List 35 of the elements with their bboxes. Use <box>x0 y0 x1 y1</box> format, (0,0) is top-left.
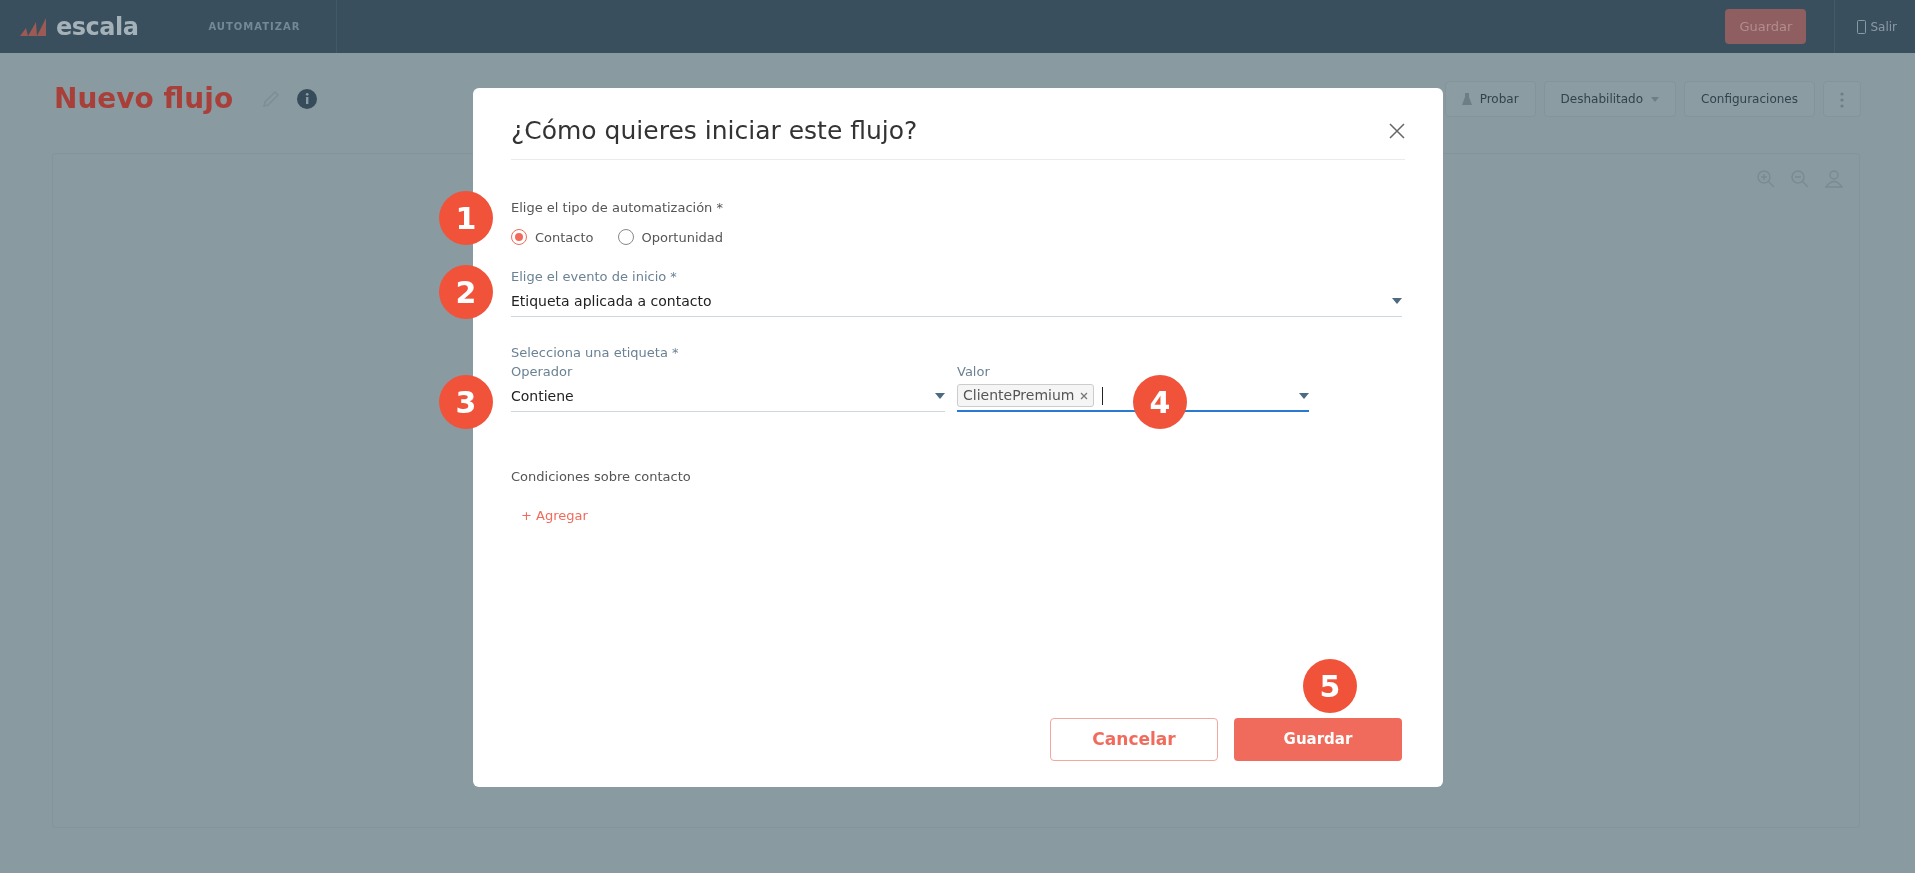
section-label: AUTOMATIZAR <box>208 20 301 34</box>
field-label: Elige el evento de inicio * <box>511 268 678 286</box>
field-label: Valor <box>957 363 991 381</box>
toolbar-button[interactable]: Deshabilitado <box>1543 81 1677 117</box>
logout-link[interactable]: Salir <box>1857 17 1897 36</box>
step-number-badge: 2 <box>439 265 493 319</box>
caret-icon <box>1392 298 1402 304</box>
close-icon <box>1389 123 1405 139</box>
caret-icon <box>935 393 945 399</box>
flask-icon <box>1461 93 1472 105</box>
step-number-badge: 1 <box>439 191 493 245</box>
info-icon <box>297 89 318 109</box>
caret-icon <box>1651 96 1660 102</box>
logo-text: escala <box>56 11 139 43</box>
door-icon <box>1857 19 1867 34</box>
save-button[interactable]: Guardar <box>1234 718 1402 761</box>
radio-option[interactable]: Oportunidad <box>617 227 723 247</box>
cancel-button[interactable]: Cancelar <box>1050 718 1218 761</box>
field-label: Selecciona una etiqueta * <box>511 343 680 362</box>
dialog-title: ¿Cómo quieres iniciar este flujo? <box>511 114 918 147</box>
tag-chip[interactable]: ClientePremium <box>957 384 1095 407</box>
remove-icon[interactable] <box>1080 391 1089 400</box>
field-label: Elige el tipo de automatización * <box>511 199 724 217</box>
select-field[interactable]: Etiqueta aplicada a contacto <box>511 286 1402 317</box>
select-field[interactable]: Contiene <box>511 381 945 412</box>
field-label: Operador <box>511 363 574 381</box>
toolbar-button[interactable]: Probar <box>1444 81 1536 117</box>
page-title: Nuevo flujo <box>54 81 234 117</box>
more-button[interactable] <box>1823 81 1861 117</box>
add-link[interactable]: + Agregar <box>521 506 588 526</box>
step-number-badge: 3 <box>439 375 493 429</box>
toolbar-button[interactable]: Configuraciones <box>1684 81 1815 117</box>
caret-icon <box>1299 392 1309 399</box>
radio-option[interactable]: Contacto <box>511 227 594 247</box>
section-label: Condiciones sobre contacto <box>511 467 692 486</box>
